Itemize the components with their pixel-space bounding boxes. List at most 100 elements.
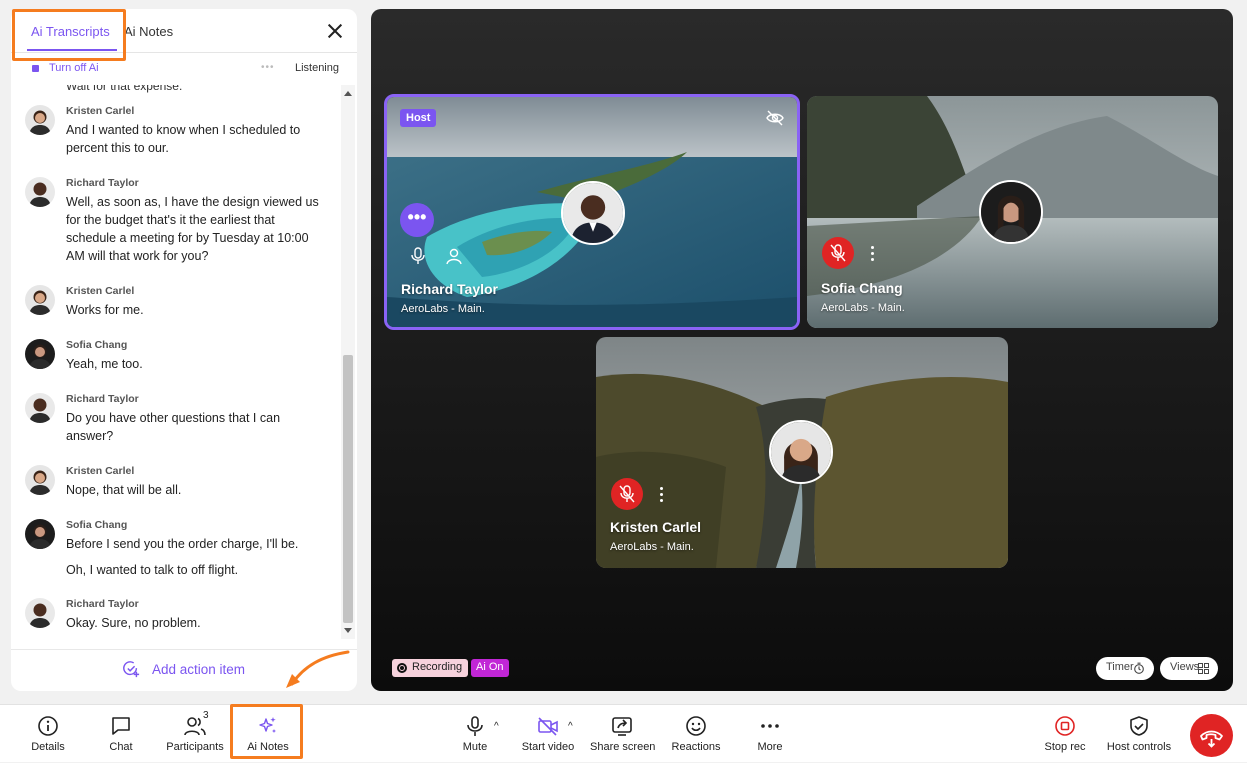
chat-label: Chat <box>109 741 133 753</box>
more-button[interactable]: More <box>750 705 790 763</box>
share-screen-label: Share screen <box>590 741 656 753</box>
host-controls-button[interactable]: Host controls <box>1104 705 1174 763</box>
more-label: More <box>757 741 783 753</box>
transcript-message: Richard Taylor Do you have other question… <box>25 393 325 453</box>
transcript-message: Kristen Carlel And I wanted to know when … <box>25 105 325 165</box>
speaker-name: Richard Taylor <box>66 393 139 405</box>
chat-button[interactable]: Chat <box>98 705 144 763</box>
timer-button[interactable]: Timer <box>1096 657 1154 680</box>
info-icon <box>38 716 58 736</box>
transcript-text: And I wanted to know when I scheduled to <box>66 123 301 137</box>
transcript-text: Well, as soon as, I have the design view… <box>66 195 319 209</box>
transcript-text: Yeah, me too. <box>66 357 143 371</box>
transcript-message: Richard Taylor Well, as soon as, I have t… <box>25 177 325 273</box>
avatar-richard-taylor <box>25 598 55 628</box>
tile-kebab-menu-icon[interactable] <box>658 487 664 503</box>
audio-options-caret-icon[interactable]: ^ <box>494 721 499 732</box>
mute-button[interactable]: Mute <box>455 705 495 763</box>
partial-line: Wait for that expense. <box>66 85 183 93</box>
stop-record-icon <box>1055 716 1075 736</box>
listening-status: Listening <box>294 62 339 74</box>
tab-ai-transcripts[interactable]: Ai Transcripts <box>31 24 110 39</box>
host-controls-label: Host controls <box>1106 741 1172 753</box>
ai-notes-label: Ai Notes <box>247 741 289 753</box>
video-tile-richard-taylor[interactable]: Host ••• Richard Taylor AeroLabs - Main. <box>384 94 800 330</box>
meeting-toolbar: Details Chat 3 Participants Ai Notes Mut… <box>0 704 1247 762</box>
chat-bubble-icon <box>112 717 130 735</box>
sparkles-icon <box>259 717 276 733</box>
views-button[interactable]: Views <box>1160 657 1218 680</box>
muted-indicator <box>611 478 643 510</box>
avatar-sofia-chang <box>25 519 55 549</box>
scroll-down-arrow-icon[interactable] <box>344 628 352 633</box>
participants-button[interactable]: 3 Participants <box>163 705 227 763</box>
panel-tabs: Ai Transcripts Ai Notes <box>11 9 357 53</box>
scroll-up-arrow-icon[interactable] <box>344 91 352 96</box>
reactions-button[interactable]: Reactions <box>670 705 722 763</box>
avatar-sofia-chang <box>25 339 55 369</box>
scrollbar-thumb[interactable] <box>343 355 353 623</box>
mute-label: Mute <box>462 741 488 753</box>
video-tile-sofia-chang[interactable]: Sofia Chang AeroLabs - Main. <box>807 96 1218 328</box>
participant-name: Kristen Carlel <box>610 519 702 535</box>
tab-ai-notes[interactable]: Ai Notes <box>124 24 173 39</box>
listening-dots-icon: ••• <box>261 62 275 73</box>
speaker-name: Richard Taylor <box>66 177 139 189</box>
pointer-arrow-icon <box>286 650 350 688</box>
transcript-scrollbar[interactable] <box>341 85 355 639</box>
participant-org: AeroLabs - Main. <box>821 302 905 314</box>
start-video-button[interactable]: Start video <box>520 705 576 763</box>
speaker-name: Richard Taylor <box>66 598 139 610</box>
stop-recording-button[interactable]: Stop rec <box>1042 705 1088 763</box>
speaker-name: Kristen Carlel <box>66 285 135 297</box>
video-options-caret-icon[interactable]: ^ <box>568 721 573 732</box>
meeting-stage: Host ••• Richard Taylor AeroLabs - Main. <box>371 9 1233 691</box>
stop-rec-label: Stop rec <box>1044 741 1086 753</box>
transcript-text: schedule a meeting for by Tuesday at 10:… <box>66 231 309 245</box>
participants-count-badge: 3 <box>203 710 209 721</box>
avatar-richard-taylor <box>25 393 55 423</box>
avatar-kristen-carlel <box>769 420 833 484</box>
check-plus-icon <box>123 661 140 678</box>
stopwatch-icon <box>1134 662 1144 674</box>
eye-off-icon[interactable] <box>765 109 785 127</box>
close-panel-button[interactable] <box>325 21 345 41</box>
details-button[interactable]: Details <box>22 705 74 763</box>
start-video-label: Start video <box>521 741 575 753</box>
video-off-icon <box>538 717 558 736</box>
ai-notes-button[interactable]: Ai Notes <box>236 705 300 763</box>
transcript-text: AM will that work for you? <box>66 249 209 263</box>
transcript-message: Sofia Chang Before I send you the order c… <box>25 519 325 593</box>
transcript-text: percent this to our. <box>66 141 169 155</box>
avatar-kristen-carlel <box>25 285 55 315</box>
share-screen-button[interactable]: Share screen <box>590 705 656 763</box>
transcript-text: Oh, I wanted to talk to off flight. <box>66 563 239 577</box>
shield-check-icon <box>1130 716 1148 736</box>
transcript-text: answer? <box>66 429 114 443</box>
transcript-text: Do you have other questions that I can <box>66 411 281 425</box>
reactions-label: Reactions <box>671 741 721 753</box>
speaker-name: Kristen Carlel <box>66 105 135 117</box>
speaker-name: Kristen Carlel <box>66 465 135 477</box>
turn-off-ai-link[interactable]: Turn off Ai <box>49 62 99 74</box>
share-screen-icon <box>612 717 632 736</box>
microphone-icon <box>411 247 425 264</box>
timer-label: Timer <box>1106 661 1134 673</box>
avatar-richard-taylor <box>25 177 55 207</box>
avatar-kristen-carlel <box>25 105 55 135</box>
host-badge: Host <box>400 109 437 127</box>
transcript-message: Richard Taylor Okay. Sure, no problem. <box>25 598 325 640</box>
phone-hangup-icon <box>1200 730 1223 748</box>
tile-kebab-menu-icon[interactable] <box>869 246 875 262</box>
mic-off-icon <box>619 485 635 503</box>
tile-more-options-button[interactable]: ••• <box>400 203 434 237</box>
video-tile-kristen-carlel[interactable]: Kristen Carlel AeroLabs - Main. <box>596 337 1008 568</box>
recording-badge: Recording <box>392 659 469 677</box>
ai-on-badge: Ai On <box>471 659 509 677</box>
speaker-name: Sofia Chang <box>66 339 128 351</box>
participant-org: AeroLabs - Main. <box>610 541 694 553</box>
end-call-button[interactable] <box>1190 714 1233 757</box>
transcript-text: Nope, that will be all. <box>66 483 182 497</box>
more-horizontal-icon <box>761 724 779 728</box>
participant-org: AeroLabs - Main. <box>401 303 485 315</box>
